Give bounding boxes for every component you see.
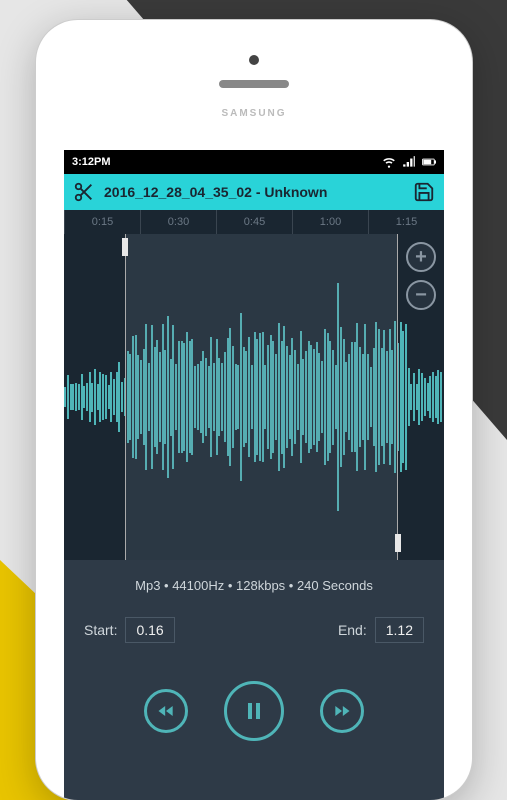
time-tick: 1:00	[292, 210, 368, 234]
time-tick: 0:30	[140, 210, 216, 234]
save-button[interactable]	[410, 178, 438, 206]
forward-button[interactable]	[320, 689, 364, 733]
time-tick: 1:15	[368, 210, 444, 234]
time-ruler: 0:15 0:30 0:45 1:00 1:15	[64, 210, 444, 234]
status-time: 3:12PM	[72, 156, 111, 168]
start-handle[interactable]	[122, 238, 128, 256]
time-tick: 0:15	[64, 210, 140, 234]
screen: 3:12PM 2016_12_28_04_35_02 - Unknown 0:1…	[64, 150, 444, 800]
wifi-icon	[382, 155, 396, 169]
file-title: 2016_12_28_04_35_02 - Unknown	[104, 184, 404, 200]
audio-info: Mp3 • 44100Hz • 128kbps • 240 Seconds	[64, 560, 444, 607]
playback-controls	[64, 667, 444, 755]
phone-bezel-top: SAMSUNG	[36, 20, 472, 130]
start-label: Start:	[84, 622, 117, 638]
zoom-in-button[interactable]: +	[406, 242, 436, 272]
status-bar: 3:12PM	[64, 150, 444, 174]
waveform-area[interactable]: 0:15 0:30 0:45 1:00 1:15 + −	[64, 210, 444, 560]
title-bar: 2016_12_28_04_35_02 - Unknown	[64, 174, 444, 210]
end-handle[interactable]	[395, 534, 401, 552]
scissors-icon[interactable]	[70, 178, 98, 206]
start-value-input[interactable]: 0.16	[125, 617, 174, 643]
battery-icon	[422, 155, 436, 169]
range-row: Start: 0.16 End: 1.12	[64, 607, 444, 667]
phone-frame: SAMSUNG 3:12PM 2016_12_28_04_35_02 - Unk…	[36, 20, 472, 800]
waveform	[64, 234, 444, 560]
status-icons	[382, 155, 436, 169]
speaker	[219, 80, 289, 88]
time-tick: 0:45	[216, 210, 292, 234]
end-value-input[interactable]: 1.12	[375, 617, 424, 643]
zoom-out-button[interactable]: −	[406, 280, 436, 310]
signal-icon	[402, 155, 416, 169]
end-label: End:	[338, 622, 367, 638]
pause-button[interactable]	[224, 681, 284, 741]
rewind-button[interactable]	[144, 689, 188, 733]
sensor	[249, 55, 259, 65]
brand-logo: SAMSUNG	[221, 108, 286, 119]
